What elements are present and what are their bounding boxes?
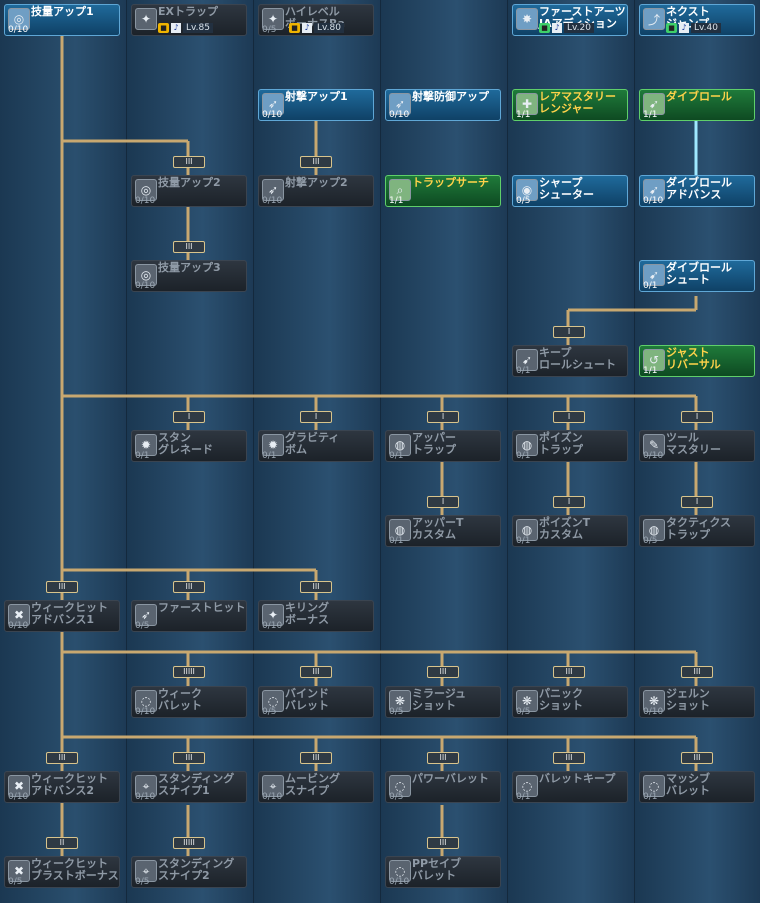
skill-30[interactable]: ◌ バインド バレット 0/5	[258, 686, 374, 718]
skill-12[interactable]: ◉ シャープ シューター 0/5	[512, 175, 628, 207]
skill-39[interactable]: ◌ マッシブ バレット 0/1	[639, 771, 755, 803]
skill-4[interactable]: ⤴ネクスト ジャンプ■♪Lv.40	[639, 4, 755, 36]
requirement: ■ ♪ Lv.80	[289, 22, 344, 33]
req-node: III	[427, 666, 459, 678]
req-node: III	[681, 666, 713, 678]
req-node: III	[173, 581, 205, 593]
skill-40[interactable]: ✖ ウィークヒット ブラストボーナス 0/5	[4, 856, 120, 888]
req-node: IIIII	[173, 837, 205, 849]
skill-32[interactable]: ❋ パニック ショット 0/5	[512, 686, 628, 718]
skill-16[interactable]: ➹ キープ ロールシュート 0/1	[512, 345, 628, 377]
note-icon: ♪	[552, 22, 562, 33]
req-node: I	[681, 496, 713, 508]
skill-24[interactable]: ◍ ポイズンT カスタム 0/1	[512, 515, 628, 547]
skill-42[interactable]: ◌ PPセイブ バレット 0/10	[385, 856, 501, 888]
jump-icon: ⤴	[643, 8, 665, 30]
lock-icon: ■	[158, 22, 169, 33]
skill-20[interactable]: ◍ アッパー トラップ 0/1	[385, 430, 501, 462]
req-node: IIIII	[173, 666, 205, 678]
note-icon: ♪	[302, 22, 312, 33]
note-icon: ♪	[171, 22, 181, 33]
req-node: I	[173, 411, 205, 423]
skill-35[interactable]: ⌖ スタンディング スナイプ1 0/10	[131, 771, 247, 803]
skill-34[interactable]: ✖ ウィークヒット アドバンス2 0/10	[4, 771, 120, 803]
skill-17[interactable]: ↺ ジャスト リバーサル 1/1	[639, 345, 755, 377]
req-node: III	[553, 666, 585, 678]
skill-23[interactable]: ◍ アッパーT カスタム 0/1	[385, 515, 501, 547]
req-node: I	[427, 411, 459, 423]
skill-15[interactable]: ➹ ダイブロール シュート 0/1	[639, 260, 755, 292]
skill-18[interactable]: ✹ スタン グレネード 0/1	[131, 430, 247, 462]
skill-36[interactable]: ⌖ ムービング スナイプ 0/10	[258, 771, 374, 803]
req-node: I	[300, 411, 332, 423]
skill-1[interactable]: ✦ EXトラップ ■ ♪ Lv.85	[131, 4, 247, 36]
skill-3[interactable]: ✸ファーストアーツ JAアディション■♪Lv.20	[512, 4, 628, 36]
req-node: III	[300, 666, 332, 678]
skill-14[interactable]: ◎ 技量アップ3 0/10	[131, 260, 247, 292]
skill-28[interactable]: ✦ キリング ボーナス 0/10	[258, 600, 374, 632]
req-node: III	[300, 581, 332, 593]
lock-icon: ■	[289, 22, 300, 33]
req-node: III	[46, 752, 78, 764]
skill-22[interactable]: ✎ ツール マスタリー 0/10	[639, 430, 755, 462]
req-node: I	[427, 496, 459, 508]
skill-37[interactable]: ◌ パワーバレット 0/5	[385, 771, 501, 803]
skill-31[interactable]: ❋ ミラージュ ショット 0/5	[385, 686, 501, 718]
req-node: III	[173, 241, 205, 253]
req-node: III	[681, 752, 713, 764]
req-node: III	[173, 752, 205, 764]
req-node: III	[427, 837, 459, 849]
skill-41[interactable]: ⌖ スタンディング スナイプ2 0/5	[131, 856, 247, 888]
skill-25[interactable]: ◍ タクティクス トラップ 0/5	[639, 515, 755, 547]
req-node: III	[300, 156, 332, 168]
skill-7[interactable]: ✚ レアマスタリー レンジャー 1/1	[512, 89, 628, 121]
skill-9[interactable]: ◎ 技量アップ2 0/10	[131, 175, 247, 207]
req-node: I	[681, 411, 713, 423]
skill-5[interactable]: ➶ 射撃アップ1 0/10	[258, 89, 374, 121]
skill-21[interactable]: ◍ ポイズン トラップ 0/1	[512, 430, 628, 462]
unlock-icon: ■	[666, 22, 677, 33]
skill-26[interactable]: ✖ ウィークヒット アドバンス1 0/10	[4, 600, 120, 632]
req-node: III	[427, 752, 459, 764]
req-node: III	[173, 156, 205, 168]
trap-icon: ✦	[135, 8, 157, 30]
skill-33[interactable]: ❋ ジェルン ショット 0/10	[639, 686, 755, 718]
req-node: III	[300, 752, 332, 764]
note-icon: ♪	[679, 22, 689, 33]
requirement: ■ ♪ Lv.85	[158, 22, 213, 33]
skill-19[interactable]: ✹ グラビティ ボム 0/1	[258, 430, 374, 462]
skill-27[interactable]: ➶ ファーストヒット 0/5	[131, 600, 247, 632]
skill-2[interactable]: ✦ハイレベル ボーナスRa0/5■♪Lv.80	[258, 4, 374, 36]
skill-6[interactable]: ➶ 射撃防御アップ 0/10	[385, 89, 501, 121]
req-node: I	[553, 496, 585, 508]
req-node: I	[553, 326, 585, 338]
requirement: ■ ♪ Lv.40	[666, 22, 721, 33]
skill-29[interactable]: ◌ ウィーク バレット 0/10	[131, 686, 247, 718]
skill-10[interactable]: ➶ 射撃アップ2 0/10	[258, 175, 374, 207]
skill-11[interactable]: ⌕ トラップサーチ 1/1	[385, 175, 501, 207]
unlock-icon: ■	[539, 22, 550, 33]
arts-icon: ✸	[516, 8, 538, 30]
skill-tree: ◎技量アップ10/10 ✦EXトラップ■♪Lv.85 ✦ハイレベル ボーナスRa…	[0, 0, 760, 903]
requirement: ■ ♪ Lv.20	[539, 22, 594, 33]
req-node: III	[553, 752, 585, 764]
req-node: II	[46, 837, 78, 849]
skill-8[interactable]: ➹ ダイブロール 1/1	[639, 89, 755, 121]
skill-0[interactable]: ◎ 技量アップ1 0/10	[4, 4, 120, 36]
req-node: I	[553, 411, 585, 423]
req-node: III	[46, 581, 78, 593]
skill-38[interactable]: ◌ バレットキープ 0/1	[512, 771, 628, 803]
skill-13[interactable]: ➹ ダイブロール アドバンス 0/10	[639, 175, 755, 207]
